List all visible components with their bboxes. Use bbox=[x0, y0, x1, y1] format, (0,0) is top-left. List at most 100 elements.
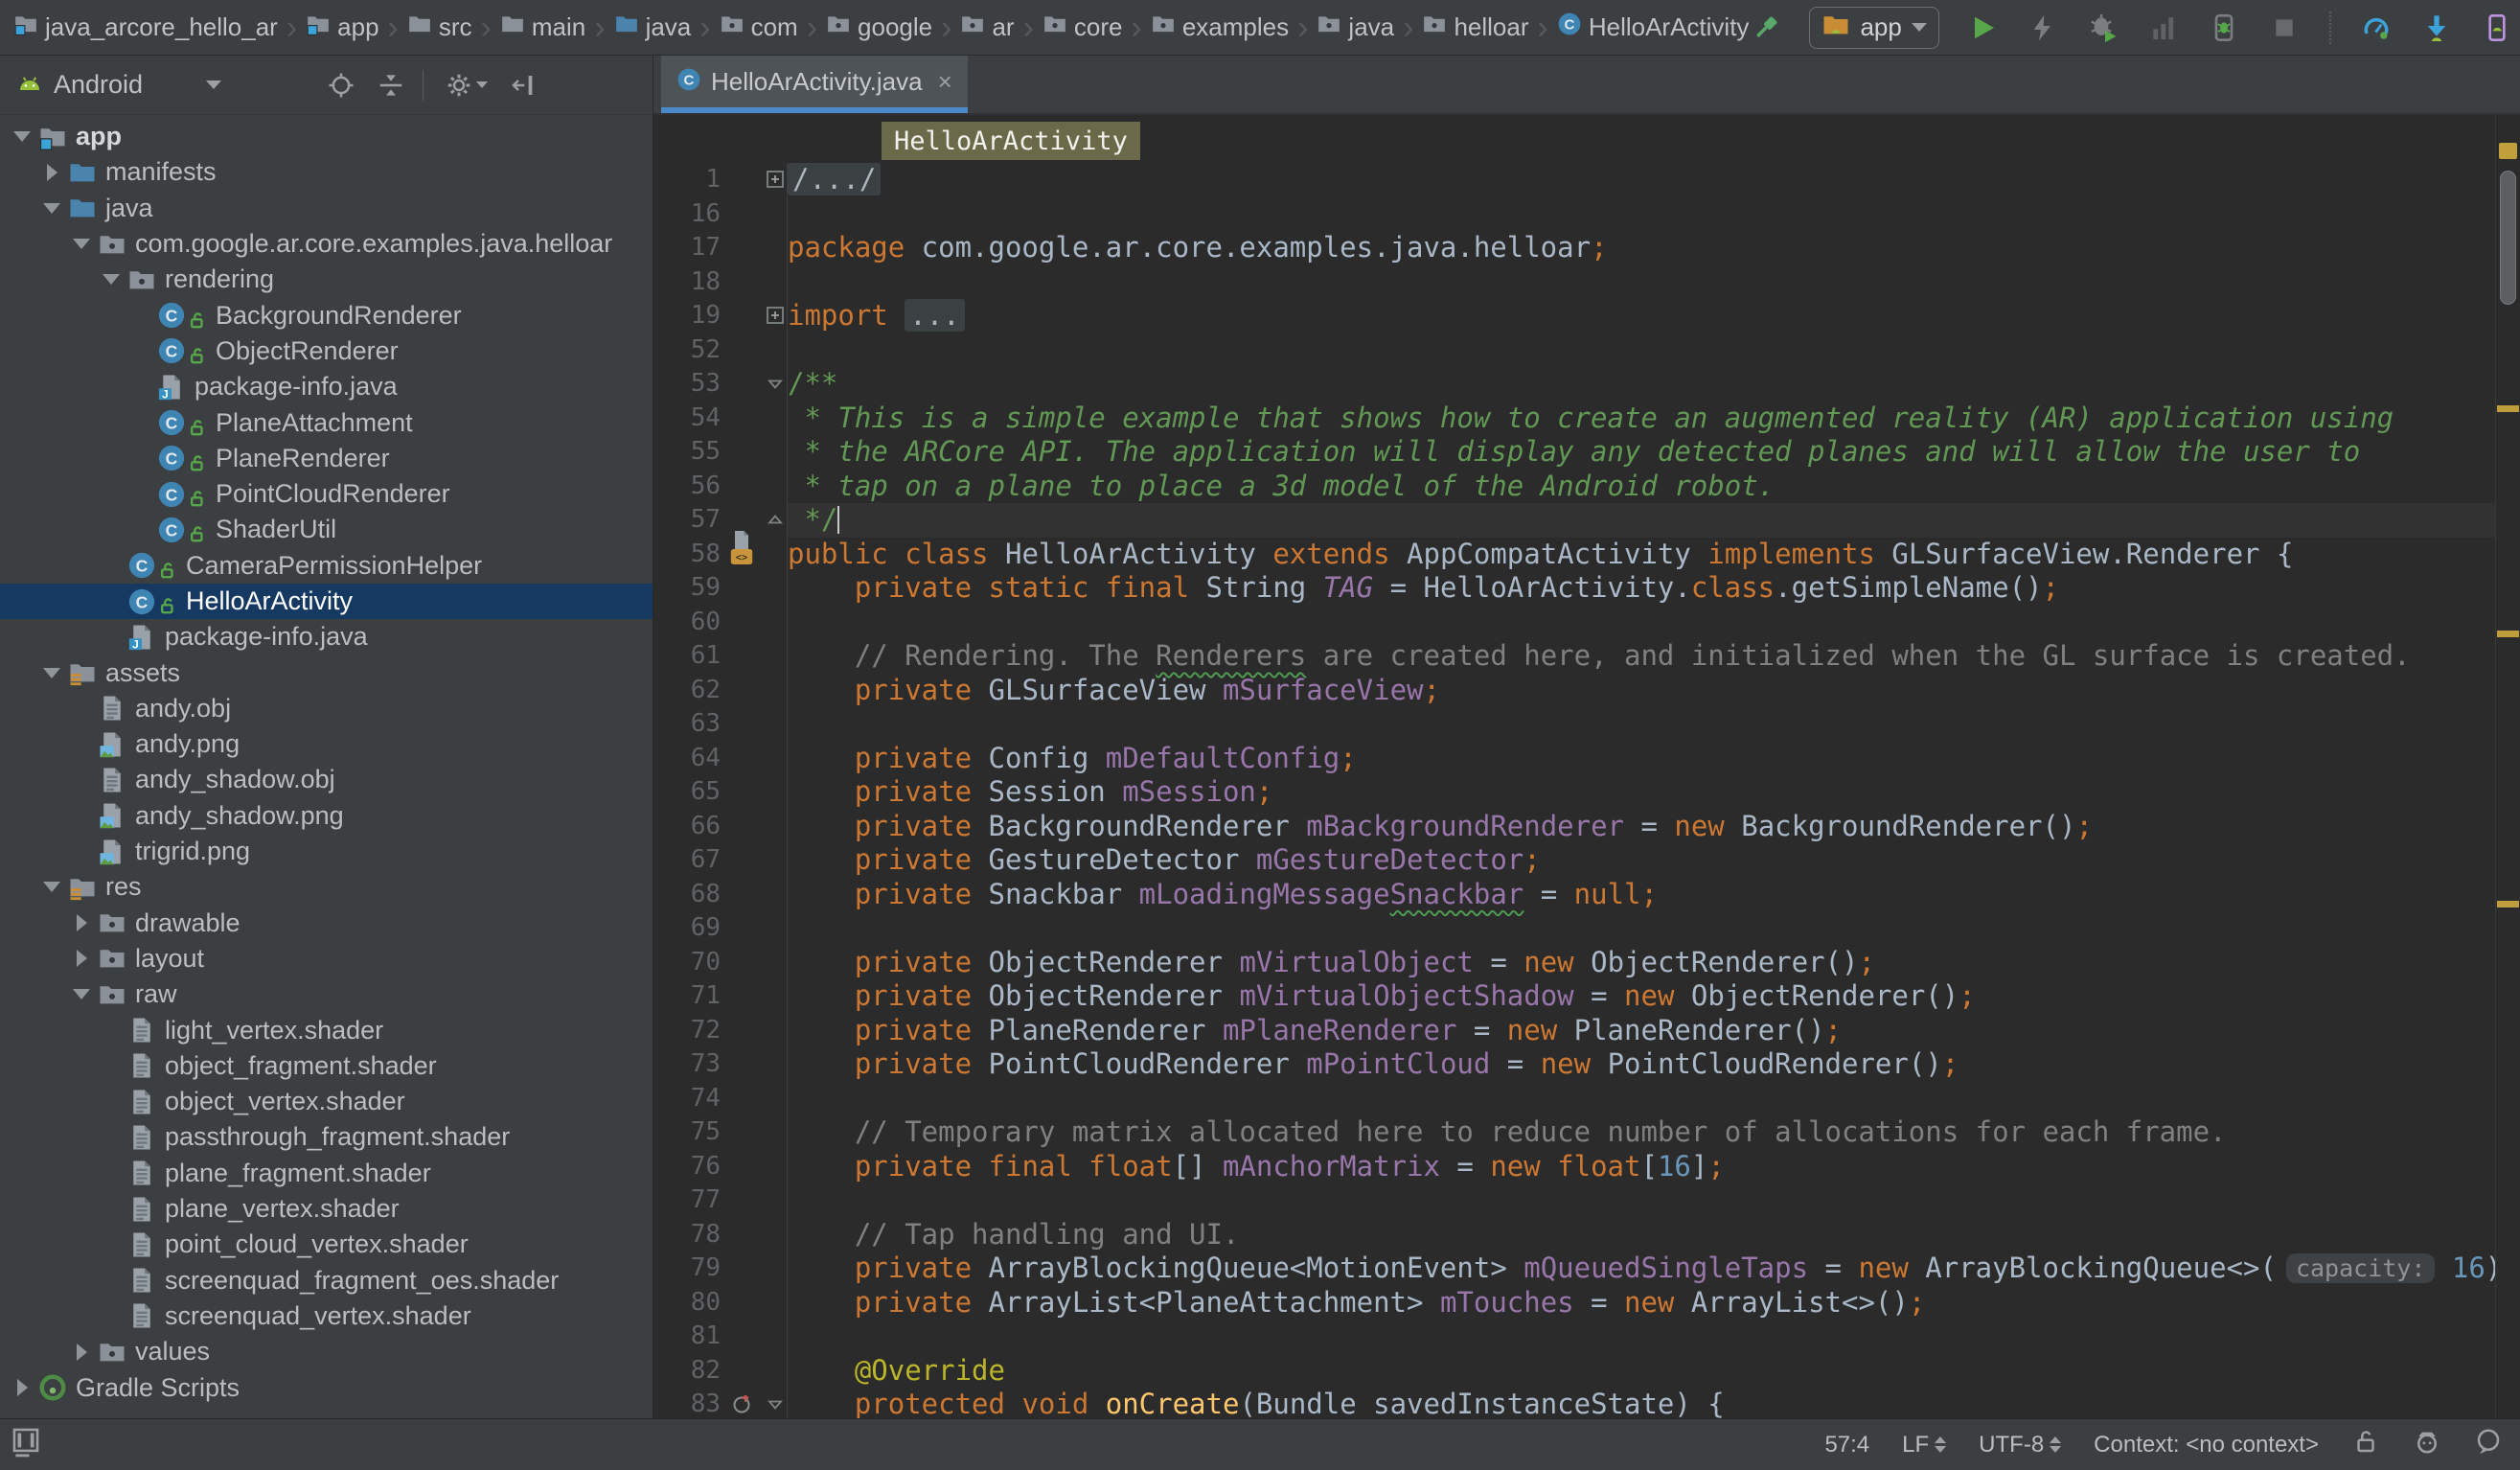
code-line-57[interactable]: 57 */ bbox=[653, 503, 2495, 538]
code-line-16[interactable]: 16 bbox=[653, 197, 2495, 232]
line-number[interactable]: 18 bbox=[653, 265, 730, 300]
tree-item-com-google-ar-core-examples-java-helloar[interactable]: com.google.ar.core.examples.java.helloar bbox=[0, 226, 653, 262]
tree-item-app[interactable]: app bbox=[0, 119, 653, 154]
context-widget[interactable]: Context: <no context> bbox=[2094, 1432, 2319, 1459]
code-line-80[interactable]: 80 private ArrayList<PlaneAttachment> mT… bbox=[653, 1286, 2495, 1321]
line-number[interactable]: 62 bbox=[653, 674, 730, 708]
code-line-68[interactable]: 68 private Snackbar mLoadingMessageSnack… bbox=[653, 878, 2495, 912]
lock-icon[interactable] bbox=[2351, 1427, 2380, 1462]
line-number[interactable]: 82 bbox=[653, 1354, 730, 1389]
breadcrumb-item-java[interactable]: java bbox=[1317, 11, 1394, 43]
expanded-arrow-icon[interactable] bbox=[39, 668, 64, 678]
code-line-82[interactable]: 82 @Override bbox=[653, 1354, 2495, 1389]
tree-item-objectrenderer[interactable]: CObjectRenderer bbox=[0, 333, 653, 369]
toggle-toolwindow-bars-button[interactable] bbox=[10, 1425, 42, 1464]
expanded-arrow-icon[interactable] bbox=[39, 203, 64, 214]
caret-position-widget[interactable]: 57:4 bbox=[1824, 1432, 1869, 1459]
tree-item-package-info-java[interactable]: Jpackage-info.java bbox=[0, 619, 653, 655]
code-line-67[interactable]: 67 private GestureDetector mGestureDetec… bbox=[653, 843, 2495, 878]
tree-item-object-vertex-shader[interactable]: object_vertex.shader bbox=[0, 1084, 653, 1119]
code-line-1[interactable]: 1/.../ bbox=[653, 163, 2495, 197]
breadcrumb-item-core[interactable]: core bbox=[1042, 11, 1123, 43]
line-number[interactable]: 63 bbox=[653, 707, 730, 742]
code-line-77[interactable]: 77 bbox=[653, 1183, 2495, 1218]
line-number[interactable]: 64 bbox=[653, 742, 730, 776]
line-number[interactable]: 77 bbox=[653, 1183, 730, 1218]
warning-stripe-mark[interactable] bbox=[2497, 405, 2519, 412]
profile-icon[interactable] bbox=[2146, 11, 2181, 45]
line-number[interactable]: 79 bbox=[653, 1252, 730, 1286]
tree-item-planeattachment[interactable]: CPlaneAttachment bbox=[0, 404, 653, 440]
locate-target-icon[interactable] bbox=[327, 71, 355, 100]
code-line-72[interactable]: 72 private PlaneRenderer mPlaneRenderer … bbox=[653, 1014, 2495, 1048]
breadcrumb-item-main[interactable]: main bbox=[500, 11, 585, 43]
tree-item-helloaractivity[interactable]: CHelloArActivity bbox=[0, 584, 653, 619]
tree-item-passthrough-fragment-shader[interactable]: passthrough_fragment.shader bbox=[0, 1119, 653, 1155]
code-line-54[interactable]: 54 * This is a simple example that shows… bbox=[653, 402, 2495, 436]
code-line-17[interactable]: 17package com.google.ar.core.examples.ja… bbox=[653, 231, 2495, 265]
tree-item-andy-shadow-png[interactable]: andy_shadow.png bbox=[0, 798, 653, 834]
code-line-71[interactable]: 71 private ObjectRenderer mVirtualObject… bbox=[653, 979, 2495, 1014]
collapsed-arrow-icon[interactable] bbox=[10, 1379, 34, 1396]
code-line-73[interactable]: 73 private PointCloudRenderer mPointClou… bbox=[653, 1047, 2495, 1082]
code-line-66[interactable]: 66 private BackgroundRenderer mBackgroun… bbox=[653, 810, 2495, 844]
encoding-widget[interactable]: UTF-8 bbox=[1979, 1432, 2061, 1459]
code-line-63[interactable]: 63 bbox=[653, 707, 2495, 742]
code-line-83[interactable]: 83 protected void onCreate(Bundle savedI… bbox=[653, 1388, 2495, 1418]
tree-item-values[interactable]: values bbox=[0, 1334, 653, 1369]
code-line-18[interactable]: 18 bbox=[653, 265, 2495, 300]
line-number[interactable]: 67 bbox=[653, 843, 730, 878]
code-line-78[interactable]: 78 // Tap handling and UI. bbox=[653, 1218, 2495, 1252]
code-line-76[interactable]: 76 private final float[] mAnchorMatrix =… bbox=[653, 1150, 2495, 1184]
tree-item-screenquad-fragment-oes-shader[interactable]: screenquad_fragment_oes.shader bbox=[0, 1263, 653, 1298]
tree-item-plane-vertex-shader[interactable]: plane_vertex.shader bbox=[0, 1191, 653, 1227]
line-number[interactable]: 16 bbox=[653, 197, 730, 232]
line-number[interactable]: 71 bbox=[653, 979, 730, 1014]
code-line-19[interactable]: 19import ... bbox=[653, 299, 2495, 333]
run-configuration-chooser[interactable]: app bbox=[1809, 7, 1938, 49]
tree-item-plane-fragment-shader[interactable]: plane_fragment.shader bbox=[0, 1156, 653, 1191]
line-number[interactable]: 56 bbox=[653, 470, 730, 504]
tree-item-raw[interactable]: raw bbox=[0, 976, 653, 1012]
line-number[interactable]: 57 bbox=[653, 503, 730, 538]
line-number[interactable]: 72 bbox=[653, 1014, 730, 1048]
breadcrumb-item-app[interactable]: app bbox=[306, 11, 378, 43]
chevron-down-icon[interactable] bbox=[206, 80, 221, 89]
tree-item-object-fragment-shader[interactable]: object_fragment.shader bbox=[0, 1048, 653, 1084]
line-number[interactable]: 54 bbox=[653, 402, 730, 436]
line-number[interactable]: 80 bbox=[653, 1286, 730, 1321]
line-number[interactable]: 53 bbox=[653, 367, 730, 402]
line-number[interactable]: 78 bbox=[653, 1218, 730, 1252]
breadcrumb-item-src[interactable]: src bbox=[407, 11, 472, 43]
collapse-all-icon[interactable] bbox=[377, 71, 405, 100]
line-number[interactable]: 58 bbox=[653, 538, 730, 572]
code-line-58[interactable]: 58<>public class HelloArActivity extends… bbox=[653, 538, 2495, 572]
line-number[interactable]: 75 bbox=[653, 1115, 730, 1150]
event-bubble-icon[interactable] bbox=[2474, 1427, 2503, 1462]
breadcrumb-item-java_arcore_hello_ar[interactable]: java_arcore_hello_ar bbox=[13, 11, 278, 43]
breadcrumb-item-helloar[interactable]: helloar bbox=[1422, 11, 1528, 43]
expanded-arrow-icon[interactable] bbox=[69, 239, 94, 249]
project-view-selector[interactable]: Android bbox=[54, 70, 143, 100]
tree-item-point-cloud-vertex-shader[interactable]: point_cloud_vertex.shader bbox=[0, 1227, 653, 1262]
code-line-81[interactable]: 81 bbox=[653, 1320, 2495, 1354]
expanded-arrow-icon[interactable] bbox=[39, 882, 64, 892]
line-number[interactable]: 81 bbox=[653, 1320, 730, 1354]
tree-item-planerenderer[interactable]: CPlaneRenderer bbox=[0, 441, 653, 476]
breadcrumb-item-examples[interactable]: examples bbox=[1151, 11, 1289, 43]
code-line-52[interactable]: 52 bbox=[653, 333, 2495, 368]
code-line-61[interactable]: 61 // Rendering. The Renderers are creat… bbox=[653, 639, 2495, 674]
warning-stripe-mark[interactable] bbox=[2497, 631, 2519, 637]
code-line-70[interactable]: 70 private ObjectRenderer mVirtualObject… bbox=[653, 946, 2495, 980]
code-line-65[interactable]: 65 private Session mSession; bbox=[653, 775, 2495, 810]
tree-item-pointcloudrenderer[interactable]: CPointCloudRenderer bbox=[0, 476, 653, 512]
line-number[interactable]: 76 bbox=[653, 1150, 730, 1184]
line-number[interactable]: 73 bbox=[653, 1047, 730, 1082]
code-line-60[interactable]: 60 bbox=[653, 606, 2495, 640]
tree-item-manifests[interactable]: manifests bbox=[0, 154, 653, 190]
inspections-hector-icon[interactable] bbox=[2413, 1427, 2441, 1462]
line-number[interactable]: 66 bbox=[653, 810, 730, 844]
run-icon[interactable] bbox=[1965, 11, 2000, 45]
error-stripe-scrollbar[interactable] bbox=[2495, 115, 2520, 1418]
tree-item-light-vertex-shader[interactable]: light_vertex.shader bbox=[0, 1012, 653, 1047]
